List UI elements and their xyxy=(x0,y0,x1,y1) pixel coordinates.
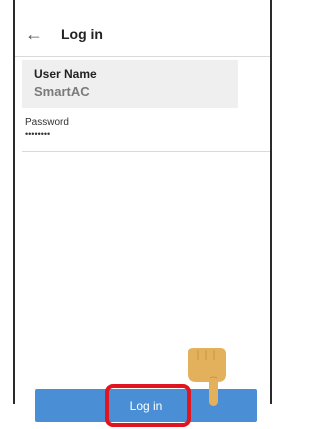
username-value[interactable]: SmartAC xyxy=(34,84,238,99)
password-field[interactable]: Password •••••••• xyxy=(22,112,270,152)
login-screen: ← Log in User Name SmartAC Password ••••… xyxy=(0,0,278,429)
page-title: Log in xyxy=(61,26,103,42)
device-frame-left xyxy=(13,0,15,404)
username-field[interactable]: User Name SmartAC xyxy=(22,60,238,108)
password-value[interactable]: •••••••• xyxy=(25,129,270,139)
arrow-left-icon[interactable]: ← xyxy=(25,25,55,43)
password-label: Password xyxy=(25,117,69,128)
login-button[interactable]: Log in xyxy=(35,389,257,422)
device-frame-right xyxy=(270,0,272,404)
app-header: ← Log in xyxy=(15,12,270,57)
username-label: User Name xyxy=(34,67,97,81)
